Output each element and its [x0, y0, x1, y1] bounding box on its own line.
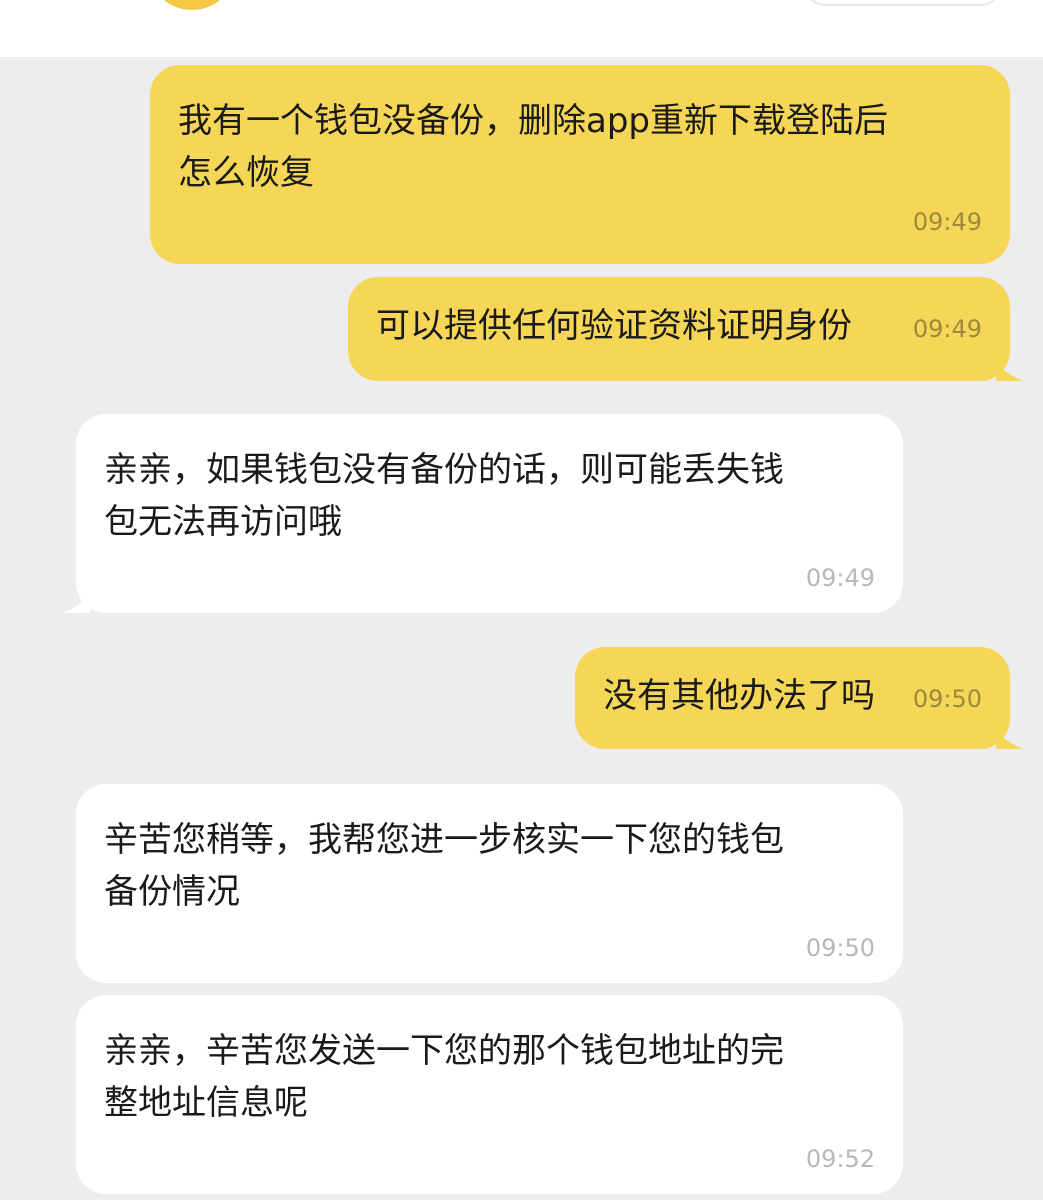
bubble-tail [996, 361, 1024, 381]
message-bubble-outgoing[interactable]: 可以提供任何验证资料证明身份 09:49 [348, 277, 1024, 381]
message-bubble-outgoing[interactable]: 我有一个钱包没备份，删除app重新下载登陆后 怎么恢复 09:49 [150, 65, 1010, 264]
avatar[interactable] [148, 0, 236, 10]
message-text-line: 可以提供任何验证资料证明身份 [376, 306, 852, 346]
message-text-line: 亲亲，如果钱包没有备份的话，则可能丢失钱 [104, 450, 784, 490]
message-text-line: 怎么恢复 [178, 153, 314, 193]
message-text-line: 整地址信息呢 [104, 1083, 308, 1123]
bubble-tail [62, 593, 90, 613]
message-text-line: 我有一个钱包没备份，删除app重新下载登陆后 [178, 101, 888, 141]
chat-header [0, 0, 1043, 57]
header-action-button[interactable] [803, 0, 1003, 6]
message-text-line: 没有其他办法了吗 [603, 676, 875, 716]
message-bubble-incoming[interactable]: 亲亲，如果钱包没有备份的话，则可能丢失钱 包无法再访问哦 09:49 [62, 414, 903, 613]
message-timestamp: 09:49 [805, 564, 875, 592]
message-timestamp: 09:52 [805, 1145, 875, 1173]
message-timestamp: 09:50 [805, 934, 875, 962]
message-timestamp: 09:50 [912, 685, 982, 713]
message-text-line: 辛苦您稍等，我帮您进一步核实一下您的钱包 [104, 820, 784, 860]
bubble-tail [996, 729, 1024, 749]
message-bubble-incoming[interactable]: 辛苦您稍等，我帮您进一步核实一下您的钱包 备份情况 09:50 [76, 784, 903, 983]
message-timestamp: 09:49 [912, 208, 982, 236]
message-text-line: 亲亲，辛苦您发送一下您的那个钱包地址的完 [104, 1031, 784, 1071]
message-bubble-outgoing[interactable]: 没有其他办法了吗 09:50 [575, 647, 1024, 749]
message-bubble-incoming[interactable]: 亲亲，辛苦您发送一下您的那个钱包地址的完 整地址信息呢 09:52 [76, 995, 903, 1194]
message-timestamp: 09:49 [912, 315, 982, 343]
message-text-line: 包无法再访问哦 [104, 502, 342, 542]
message-text-line: 备份情况 [104, 872, 240, 912]
message-list[interactable]: 我有一个钱包没备份，删除app重新下载登陆后 怎么恢复 09:49 可以提供任何… [0, 57, 1043, 1200]
